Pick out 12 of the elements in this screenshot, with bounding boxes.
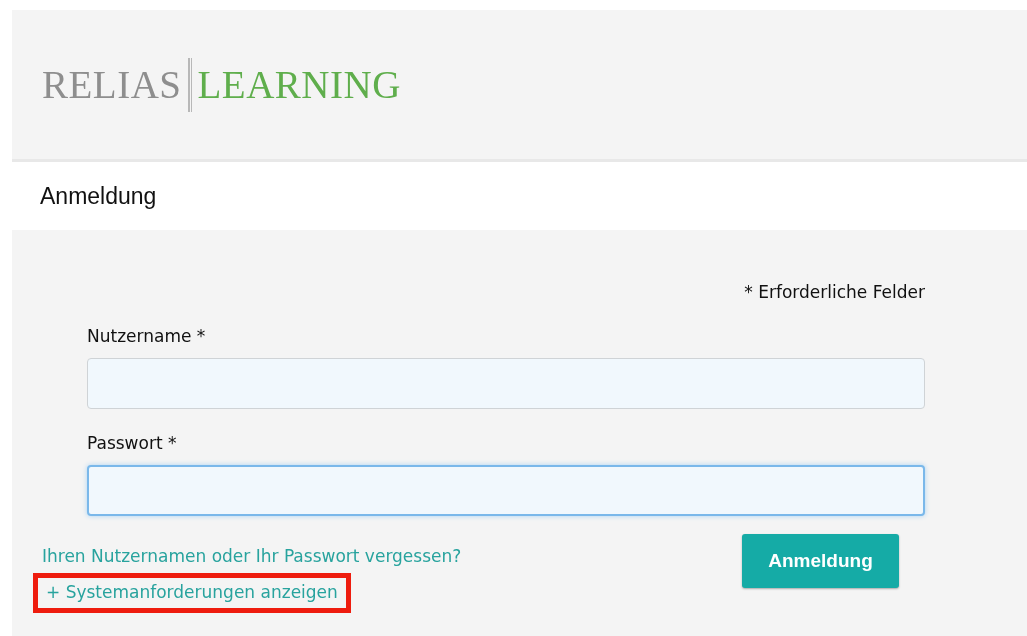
- required-note: * Erforderliche Felder: [743, 282, 925, 302]
- field-label: Nutzername *: [87, 326, 206, 346]
- input-field[interactable]: [87, 465, 925, 516]
- logo-text: LEARNING: [197, 62, 401, 107]
- input-field[interactable]: [87, 358, 925, 409]
- text-link[interactable]: + Systemanforderungen anzeigen: [33, 573, 351, 613]
- logo-text: RELIAS: [42, 62, 182, 107]
- page-title: Anmeldung: [40, 182, 157, 210]
- field-label: Passwort *: [87, 433, 177, 453]
- logo-divider-icon: [187, 57, 192, 112]
- login-button[interactable]: Anmeldung: [742, 534, 899, 588]
- text-link[interactable]: Ihren Nutzernamen oder Ihr Passwort vergessen?: [42, 546, 462, 566]
